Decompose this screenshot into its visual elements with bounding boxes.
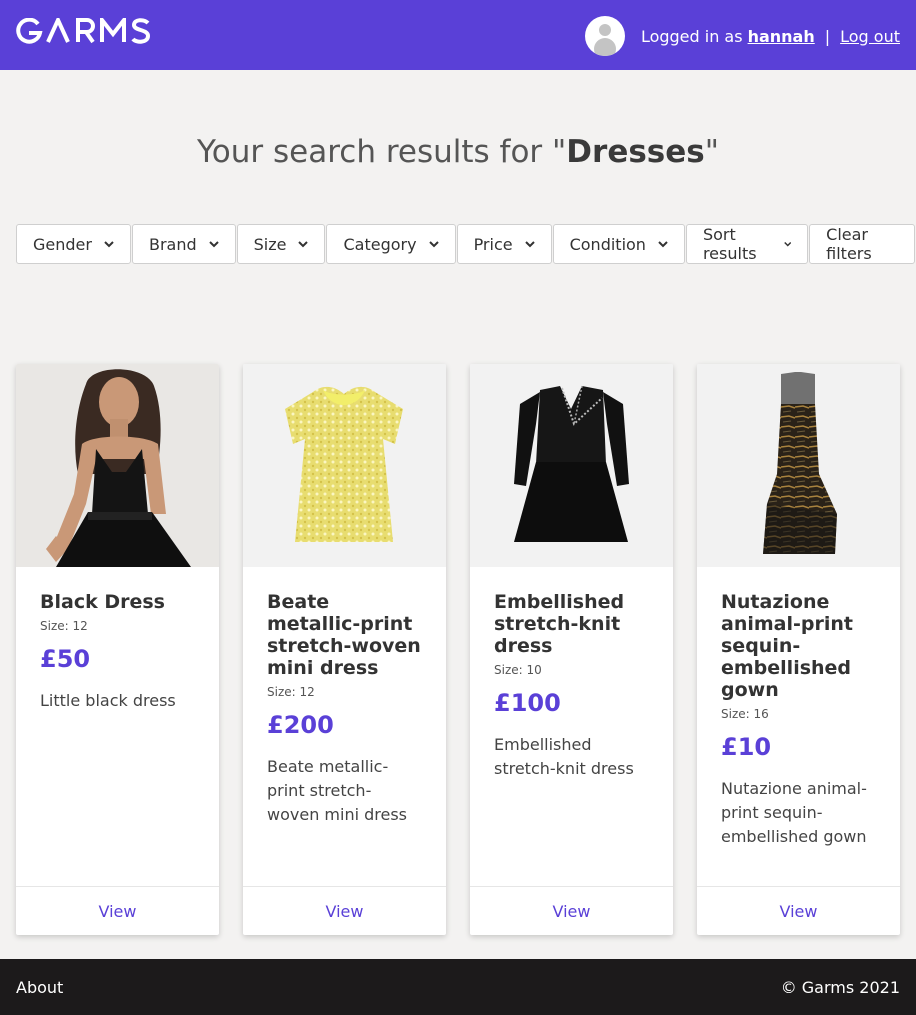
filter-label: Size	[253, 234, 287, 254]
filter-brand-dropdown[interactable]: Brand	[131, 224, 236, 264]
product-card[interactable]: Beate metallic-print stretch-woven mini …	[243, 364, 446, 935]
product-size: Size: 12	[267, 685, 315, 699]
product-price: £100	[494, 689, 561, 717]
filter-price-dropdown[interactable]: Price	[456, 224, 552, 264]
search-title-suffix: "	[704, 134, 719, 170]
logged-in-label: Logged in as	[640, 26, 743, 46]
copyright-text: © Garms 2021	[780, 978, 900, 997]
footer: About © Garms 2021	[0, 959, 916, 1015]
view-button[interactable]: View	[470, 886, 673, 935]
user-area: Logged in as hannah | Log out	[584, 16, 900, 56]
filter-label: Gender	[33, 234, 92, 254]
product-title[interactable]: Embellished stretch-knit dress	[494, 591, 649, 657]
filter-size-dropdown[interactable]: Size	[236, 224, 326, 264]
filter-condition-dropdown[interactable]: Condition	[552, 224, 685, 264]
black-dress-photo	[16, 364, 219, 567]
product-price: £200	[267, 711, 334, 739]
product-image[interactable]	[470, 364, 673, 567]
filter-label: Condition	[569, 234, 646, 254]
filter-label: Brand	[148, 234, 197, 254]
product-size: Size: 10	[494, 663, 542, 677]
search-title-prefix: Your search results for "	[196, 134, 567, 170]
nav-separator: |	[824, 26, 831, 46]
product-card[interactable]: Black Dress Size: 12 £50 Little black dr…	[16, 364, 219, 935]
black-knit-dress-photo	[470, 364, 673, 567]
product-card[interactable]: Embellished stretch-knit dress Size: 10 …	[470, 364, 673, 935]
sort-results-dropdown[interactable]: Sort results	[685, 224, 809, 264]
avatar-icon[interactable]	[584, 16, 625, 56]
sequin-gown-photo	[697, 364, 900, 567]
product-image[interactable]	[16, 364, 219, 567]
product-size: Size: 12	[40, 619, 88, 633]
product-image[interactable]	[697, 364, 900, 567]
view-button[interactable]: View	[243, 886, 446, 935]
product-card[interactable]: Nutazione animal-print sequin-embellishe…	[697, 364, 900, 935]
about-link[interactable]: About	[16, 978, 63, 997]
product-description: Beate metallic-print stretch-woven mini …	[267, 757, 408, 824]
search-query: Dresses	[566, 134, 705, 170]
product-size: Size: 16	[721, 707, 769, 721]
garms-logo-wordmark	[16, 18, 151, 44]
filter-label: Price	[473, 234, 513, 254]
chevron-down-icon	[298, 241, 309, 248]
filter-bar: Gender Brand Size Category Price Conditi…	[16, 224, 916, 264]
product-description: Embellished stretch-knit dress	[494, 735, 634, 778]
username-link[interactable]: hannah	[748, 27, 815, 46]
view-button[interactable]: View	[16, 886, 219, 935]
product-grid: Black Dress Size: 12 £50 Little black dr…	[16, 364, 900, 935]
page-title: Your search results for "Dresses"	[0, 134, 916, 170]
clear-filters-button[interactable]: Clear filters	[809, 224, 915, 264]
product-price: £50	[40, 645, 91, 673]
product-price: £10	[721, 733, 772, 761]
chevron-down-icon	[524, 241, 535, 248]
chevron-down-icon	[428, 241, 439, 248]
product-image[interactable]	[243, 364, 446, 567]
view-button[interactable]: View	[697, 886, 900, 935]
chevron-down-icon	[208, 241, 219, 248]
chevron-down-icon	[783, 241, 791, 247]
filter-label: Category	[343, 234, 417, 254]
product-title[interactable]: Black Dress	[40, 591, 195, 613]
filter-gender-dropdown[interactable]: Gender	[16, 224, 131, 264]
product-title[interactable]: Beate metallic-print stretch-woven mini …	[267, 591, 422, 679]
product-description: Little black dress	[40, 691, 176, 710]
logout-link[interactable]: Log out	[840, 27, 900, 46]
product-title[interactable]: Nutazione animal-print sequin-embellishe…	[721, 591, 876, 701]
filter-category-dropdown[interactable]: Category	[326, 224, 456, 264]
top-navbar: Logged in as hannah | Log out	[0, 0, 916, 70]
garms-logo[interactable]	[16, 17, 166, 45]
yellow-mini-dress-photo	[243, 364, 446, 567]
product-description: Nutazione animal-print sequin-embellishe…	[721, 779, 867, 846]
filter-label: Sort results	[702, 225, 757, 263]
chevron-down-icon	[104, 241, 114, 248]
chevron-down-icon	[658, 241, 668, 248]
